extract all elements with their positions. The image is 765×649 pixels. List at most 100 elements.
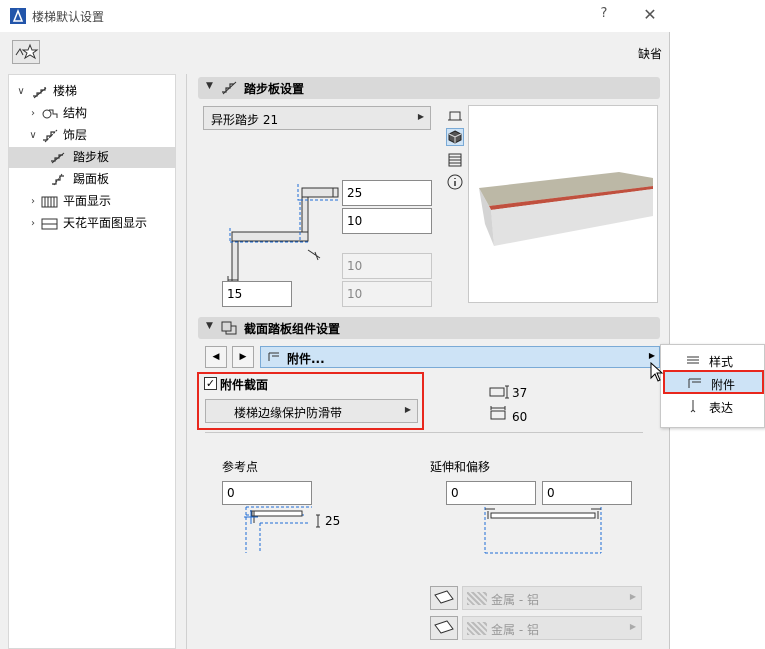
tree-item-tread[interactable]: 踏步板 <box>9 147 175 168</box>
tread-icon <box>51 152 65 164</box>
chevron-right-icon[interactable]: › <box>27 191 39 212</box>
offset-field[interactable]: 0 <box>542 481 632 505</box>
stair-icon <box>33 87 47 99</box>
popup-item-style[interactable]: 样式 <box>663 349 764 371</box>
tread-profile-dropdown[interactable]: 异形踏步 21 ▶ <box>203 106 431 130</box>
ref-point-label: 参考点 <box>222 460 259 474</box>
chevron-right-icon[interactable]: › <box>27 213 39 234</box>
tree-item-finish[interactable]: ∨ 饰层 <box>9 125 175 146</box>
default-label: 缺省 <box>638 47 663 61</box>
floor-plan-icon <box>41 196 58 208</box>
dropdown-arrow-icon: ▶ <box>417 112 424 121</box>
material-brush-icon <box>434 620 454 634</box>
chevron-right-icon[interactable]: › <box>27 103 39 124</box>
tree-item-label: 平面显示 <box>63 194 112 208</box>
height-dimension-icon <box>489 385 509 399</box>
tread-profile-value: 异形踏步 21 <box>211 113 279 127</box>
tread-settings-icon <box>222 81 237 95</box>
tree-item-stair[interactable]: ∨ 楼梯 <box>9 81 175 102</box>
tree-item-label: 结构 <box>63 106 88 120</box>
favorites-button[interactable] <box>12 40 40 64</box>
stair-default-settings-dialog: 楼梯默认设置 ? ✕ 缺省 ∨ 楼梯 › 结构 ∨ 饰层 踏步板 踢面板 › 平… <box>0 0 670 649</box>
popup-item-label: 样式 <box>709 355 734 369</box>
tread-profile-diagram <box>227 184 340 284</box>
floor-plan-view-icon[interactable] <box>446 108 464 126</box>
width-dimension-icon <box>490 406 506 420</box>
material-swatch <box>467 622 487 635</box>
extend-offset-label: 延伸和偏移 <box>430 460 491 474</box>
attachment-icon <box>268 352 279 361</box>
popup-item-representation[interactable]: 表达 <box>663 395 764 417</box>
dropdown-arrow-icon: ▶ <box>648 351 655 360</box>
3d-view-button[interactable] <box>446 128 464 146</box>
popup-item-attachment[interactable]: 附件 <box>663 370 764 394</box>
panel-divider <box>186 74 187 649</box>
tree-item-label: 饰层 <box>63 128 88 142</box>
material-override-button-1[interactable] <box>430 586 458 610</box>
attachment-section-label: 附件截面 <box>220 378 269 392</box>
material-override-button-2[interactable] <box>430 616 458 640</box>
extend-field[interactable]: 0 <box>446 481 536 505</box>
disabled-field-2: 10 <box>342 281 432 307</box>
3d-cube-icon <box>448 130 462 144</box>
info-icon[interactable] <box>446 173 464 191</box>
material-label: 金属 - 铝 <box>491 593 539 607</box>
material-brush-icon <box>434 590 454 604</box>
dropdown-arrow-icon: ▶ <box>629 592 636 601</box>
ceiling-plan-icon <box>41 218 58 230</box>
dropdown-arrow-icon: ▶ <box>629 622 636 631</box>
mouse-cursor-icon <box>650 362 664 382</box>
tree-item-label: 踏步板 <box>73 150 110 164</box>
component-settings-title: 截面踏板组件设置 <box>244 322 341 336</box>
tread-nosing-field[interactable]: 10 <box>342 208 432 234</box>
settings-tree: ∨ 楼梯 › 结构 ∨ 饰层 踏步板 踢面板 › 平面显示 › 天花平面图显示 <box>8 74 176 649</box>
archicad-app-icon <box>10 8 26 24</box>
attachment-profile-dropdown[interactable]: 楼梯边缘保护防滑带 ▶ <box>205 399 418 423</box>
help-button[interactable]: ? <box>596 6 612 24</box>
popup-item-label: 附件 <box>711 378 736 392</box>
tree-item-label: 踢面板 <box>73 172 110 186</box>
prev-component-button[interactable]: ◀ <box>205 346 227 368</box>
tread-3d-preview-image <box>479 172 653 246</box>
tree-item-ceiling-plan[interactable]: › 天花平面图显示 <box>9 213 175 234</box>
component-settings-icon <box>221 321 237 335</box>
3d-preview[interactable] <box>468 105 658 303</box>
component-type-value: 附件... <box>287 352 325 366</box>
tread-thickness-field[interactable]: 25 <box>342 180 432 206</box>
next-component-button[interactable]: ▶ <box>232 346 254 368</box>
section-view-icon[interactable] <box>446 151 464 169</box>
ref-point-field[interactable]: 0 <box>222 481 312 505</box>
material-swatch <box>467 592 487 605</box>
popup-item-label: 表达 <box>709 401 734 415</box>
section-divider <box>205 432 643 433</box>
component-settings-header[interactable]: ▼ 截面踏板组件设置 <box>198 317 660 339</box>
height-value: 37 <box>512 386 528 400</box>
dropdown-arrow-icon: ▶ <box>404 405 411 414</box>
tree-item-riser[interactable]: 踢面板 <box>9 169 175 190</box>
favorites-star-icon <box>15 43 39 60</box>
structure-icon <box>42 109 58 119</box>
tread-settings-header[interactable]: ▼ 踏步板设置 <box>198 77 660 99</box>
collapse-arrow-icon[interactable]: ▼ <box>206 81 213 91</box>
material-dropdown-2: 金属 - 铝 ▶ <box>462 616 642 640</box>
tread-overhang-field[interactable]: 15 <box>222 281 292 307</box>
material-label: 金属 - 铝 <box>491 623 539 637</box>
tree-item-label: 楼梯 <box>53 84 78 98</box>
ref-point-diagram <box>244 506 320 553</box>
window-title: 楼梯默认设置 <box>32 10 105 24</box>
finish-icon <box>43 129 58 143</box>
chevron-down-icon[interactable]: ∨ <box>27 125 39 146</box>
attachment-icon <box>688 378 701 388</box>
riser-icon <box>52 173 64 186</box>
width-value: 60 <box>512 410 528 424</box>
collapse-arrow-icon[interactable]: ▼ <box>206 321 213 331</box>
tree-item-structure[interactable]: › 结构 <box>9 103 175 124</box>
extend-offset-diagram <box>484 507 602 554</box>
tree-item-floor-plan[interactable]: › 平面显示 <box>9 191 175 212</box>
chevron-down-icon[interactable]: ∨ <box>15 81 27 102</box>
tread-settings-title: 踏步板设置 <box>244 82 305 96</box>
representation-icon <box>690 400 696 413</box>
attachment-section-checkbox[interactable]: ✓ <box>204 377 217 390</box>
close-button[interactable]: ✕ <box>640 5 660 25</box>
component-type-dropdown[interactable]: 附件... ▶ <box>260 346 660 368</box>
